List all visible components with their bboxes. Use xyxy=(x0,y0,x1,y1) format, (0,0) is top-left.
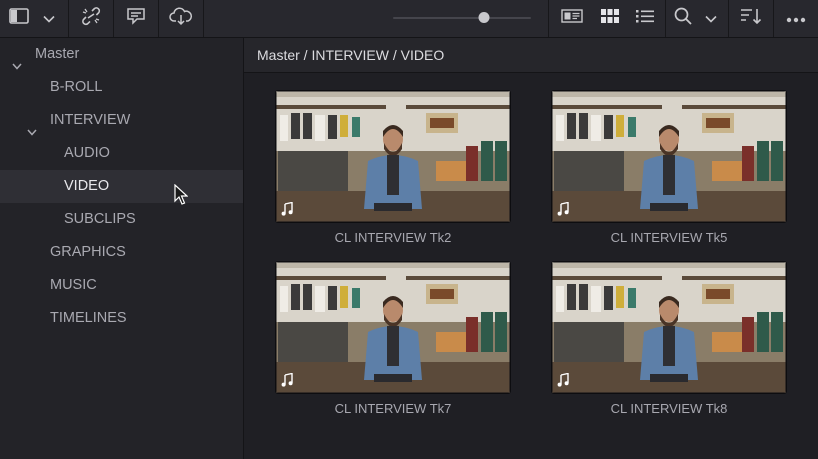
sidebar-panel-icon xyxy=(9,8,29,29)
thumbnail-view-icon xyxy=(601,9,619,28)
bin-graphics[interactable]: GRAPHICS xyxy=(0,236,243,269)
toolbar xyxy=(0,0,818,38)
bin-label: Master xyxy=(35,46,80,62)
search-button[interactable] xyxy=(666,0,700,37)
video-thumbnail xyxy=(551,90,787,223)
music-note-icon xyxy=(557,202,569,216)
clip-name: CL INTERVIEW Tk8 xyxy=(610,401,728,416)
bin-label: MUSIC xyxy=(50,277,97,293)
panel-dropdown-button[interactable] xyxy=(38,0,60,37)
list-view-button[interactable] xyxy=(625,0,665,37)
bin-b-roll[interactable]: B-ROLL xyxy=(0,71,243,104)
bin-timelines[interactable]: TIMELINES xyxy=(0,302,243,335)
unlink-icon xyxy=(80,6,102,31)
chevron-down-icon xyxy=(43,10,55,28)
clip-thumbnail[interactable]: CL INTERVIEW Tk5 xyxy=(551,90,787,245)
cloud-sync-button[interactable] xyxy=(159,0,203,37)
cloud-sync-icon xyxy=(169,6,193,31)
link-button[interactable] xyxy=(69,0,113,37)
zoom-slider-track xyxy=(393,17,531,19)
zoom-slider[interactable] xyxy=(393,11,531,25)
bin-interview[interactable]: INTERVIEW xyxy=(0,104,243,137)
metadata-view-icon xyxy=(561,9,583,28)
more-icon xyxy=(786,10,806,28)
bin-master[interactable]: Master xyxy=(0,38,243,71)
clip-name: CL INTERVIEW Tk7 xyxy=(334,401,452,416)
chevron-down-icon[interactable] xyxy=(12,50,22,70)
bin-label: B-ROLL xyxy=(50,79,103,95)
search-icon xyxy=(674,7,692,30)
bin-video[interactable]: VIDEO xyxy=(0,170,243,203)
toolbar-divider xyxy=(203,0,204,37)
metadata-icon xyxy=(125,6,147,31)
clip-thumbnail[interactable]: CL INTERVIEW Tk8 xyxy=(551,261,787,416)
bin-tree-sidebar: Master B-ROLL INTERVIEW AUDIO VIDEO SUBC… xyxy=(0,38,244,459)
bin-label: AUDIO xyxy=(64,145,110,161)
bin-music[interactable]: MUSIC xyxy=(0,269,243,302)
bin-label: GRAPHICS xyxy=(50,244,126,260)
clip-thumbnail[interactable]: CL INTERVIEW Tk2 xyxy=(275,90,511,245)
bin-label: VIDEO xyxy=(64,178,110,194)
search-dropdown-button[interactable] xyxy=(700,0,722,37)
sidebar-panel-toggle-button[interactable] xyxy=(0,0,38,37)
bin-header: Master / INTERVIEW / VIDEO xyxy=(244,38,818,73)
music-note-icon xyxy=(281,202,293,216)
clip-grid: CL INTERVIEW Tk2 CL INTERVIEW Tk5 CL INT… xyxy=(244,73,818,459)
list-view-icon xyxy=(636,9,654,28)
metadata-button[interactable] xyxy=(114,0,158,37)
bin-label: INTERVIEW xyxy=(50,112,131,128)
clip-name: CL INTERVIEW Tk2 xyxy=(334,230,452,245)
more-options-button[interactable] xyxy=(774,0,818,37)
bin-label: SUBCLIPS xyxy=(64,211,136,227)
sort-icon xyxy=(740,8,762,29)
music-note-icon xyxy=(557,373,569,387)
chevron-down-icon[interactable] xyxy=(27,116,37,136)
chevron-down-icon xyxy=(705,10,717,28)
clip-thumbnail[interactable]: CL INTERVIEW Tk7 xyxy=(275,261,511,416)
video-thumbnail xyxy=(551,261,787,394)
sort-button[interactable] xyxy=(729,0,773,37)
thumbnail-view-button[interactable] xyxy=(595,0,625,37)
breadcrumb: Master / INTERVIEW / VIDEO xyxy=(257,47,445,63)
metadata-view-button[interactable] xyxy=(549,0,595,37)
zoom-slider-knob[interactable] xyxy=(478,12,490,23)
video-thumbnail xyxy=(275,261,511,394)
bin-subclips[interactable]: SUBCLIPS xyxy=(0,203,243,236)
bin-label: TIMELINES xyxy=(50,310,127,326)
bin-audio[interactable]: AUDIO xyxy=(0,137,243,170)
music-note-icon xyxy=(281,373,293,387)
video-thumbnail xyxy=(275,90,511,223)
mouse-cursor-icon xyxy=(174,183,189,211)
clip-name: CL INTERVIEW Tk5 xyxy=(610,230,728,245)
